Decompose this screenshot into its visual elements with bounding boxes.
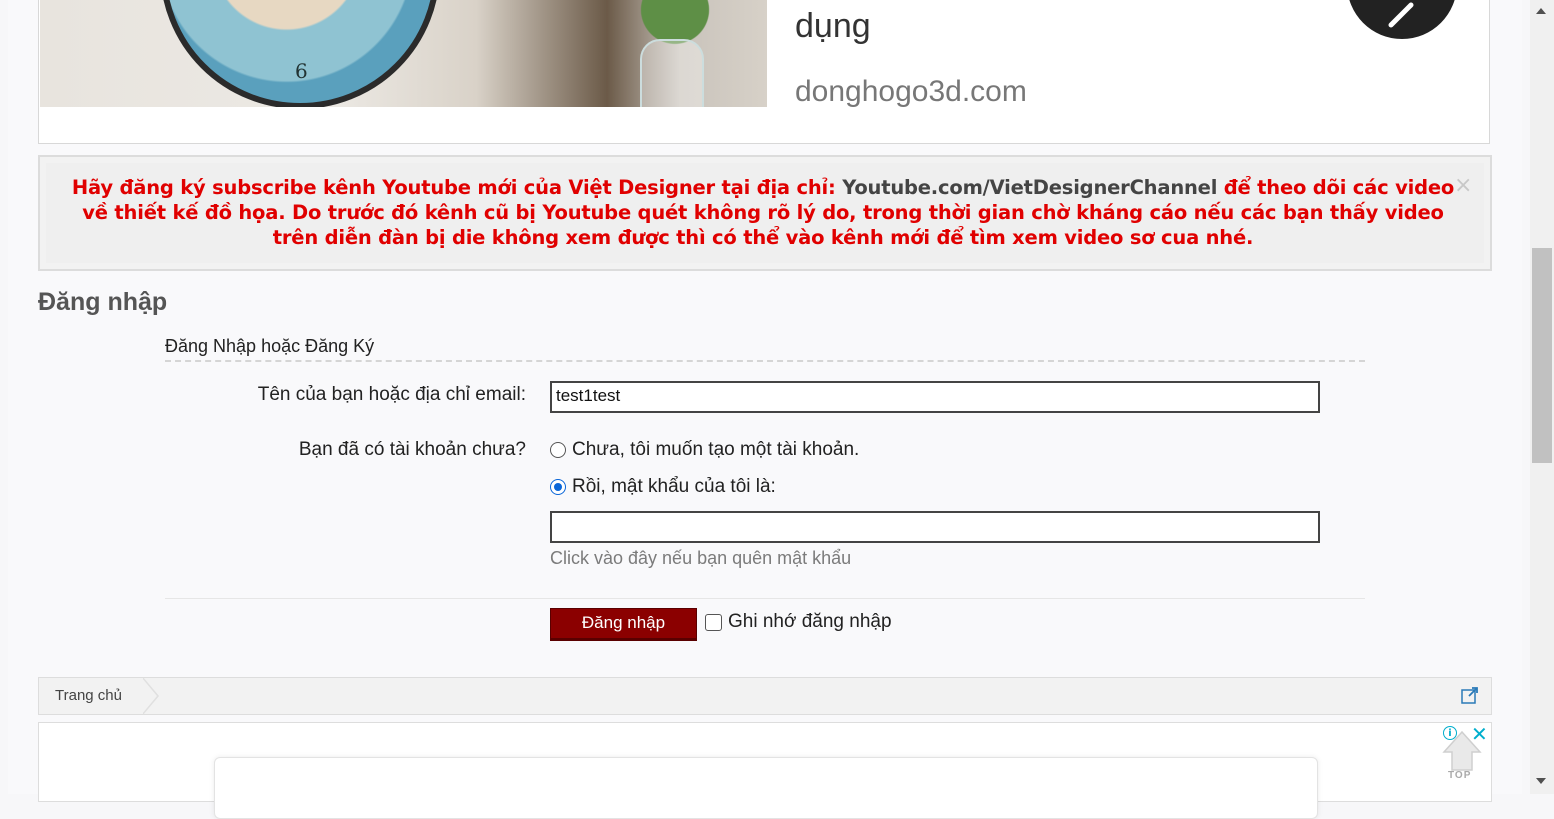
forgot-password-link[interactable]: Click vào đây nếu bạn quên mật khẩu [550, 548, 851, 569]
radio-yes[interactable] [550, 479, 566, 495]
breadcrumb-arrow-inner [142, 678, 157, 714]
ad-domain[interactable]: donghogo3d.com [795, 75, 1027, 109]
username-label: Tên của bạn hoặc địa chỉ email: [257, 384, 526, 405]
notice-text-part1: Hãy đăng ký subscribe kênh Youtube mới c… [71, 176, 843, 199]
remember-me[interactable]: Ghi nhớ đăng nhập [705, 611, 892, 633]
form-section-heading: Đăng Nhập hoặc Đăng Ký [165, 336, 1365, 362]
password-input[interactable] [550, 511, 1320, 543]
notice-text: Hãy đăng ký subscribe kênh Youtube mới c… [58, 175, 1468, 250]
ad-product-image[interactable]: 6 [40, 0, 767, 107]
account-question-label: Bạn đã có tài khoản chưa? [298, 439, 526, 460]
top-ad-card[interactable]: 6 dụng donghogo3d.com [38, 0, 1490, 144]
radio-option-no[interactable]: Chưa, tôi muốn tạo một tài khoản. [550, 439, 859, 461]
scroll-thumb[interactable] [1532, 248, 1552, 463]
page-title: Đăng nhập [38, 288, 168, 316]
vertical-scrollbar[interactable] [1530, 0, 1554, 794]
ad-headline[interactable]: dụng [795, 7, 871, 46]
jump-to-icon[interactable] [1461, 686, 1479, 704]
wall-clock-image [160, 0, 440, 107]
bottom-ad-card[interactable]: i ✕ [38, 722, 1492, 819]
radio-no-label[interactable]: Chưa, tôi muốn tạo một tài khoản. [572, 439, 859, 461]
bottom-ad-content[interactable] [214, 757, 1318, 819]
back-to-top-label[interactable]: TOP [1448, 770, 1471, 781]
radio-no[interactable] [550, 442, 566, 458]
notice-close-icon[interactable]: × [1454, 173, 1472, 198]
breadcrumb: Trang chủ [38, 677, 1492, 715]
radio-yes-label[interactable]: Rồi, mật khẩu của tôi là: [572, 476, 776, 498]
scroll-up-icon[interactable] [1536, 8, 1546, 14]
arrow-icon [1388, 2, 1414, 28]
form-divider [165, 598, 1365, 599]
vase-image [640, 39, 704, 107]
ad-open-button[interactable] [1347, 0, 1457, 39]
breadcrumb-home[interactable]: Trang chủ [39, 678, 138, 714]
remember-label[interactable]: Ghi nhớ đăng nhập [728, 611, 892, 633]
announcement-notice: Hãy đăng ký subscribe kênh Youtube mới c… [38, 155, 1492, 271]
youtube-channel-link[interactable]: Youtube.com/VietDesignerChannel [842, 176, 1217, 199]
username-input[interactable]: test1test [550, 381, 1320, 413]
login-submit-button[interactable]: Đăng nhập [550, 608, 697, 641]
clock-number: 6 [295, 59, 308, 83]
scroll-down-icon[interactable] [1536, 778, 1546, 784]
radio-option-yes[interactable]: Rồi, mật khẩu của tôi là: [550, 476, 776, 498]
remember-checkbox[interactable] [705, 613, 722, 631]
